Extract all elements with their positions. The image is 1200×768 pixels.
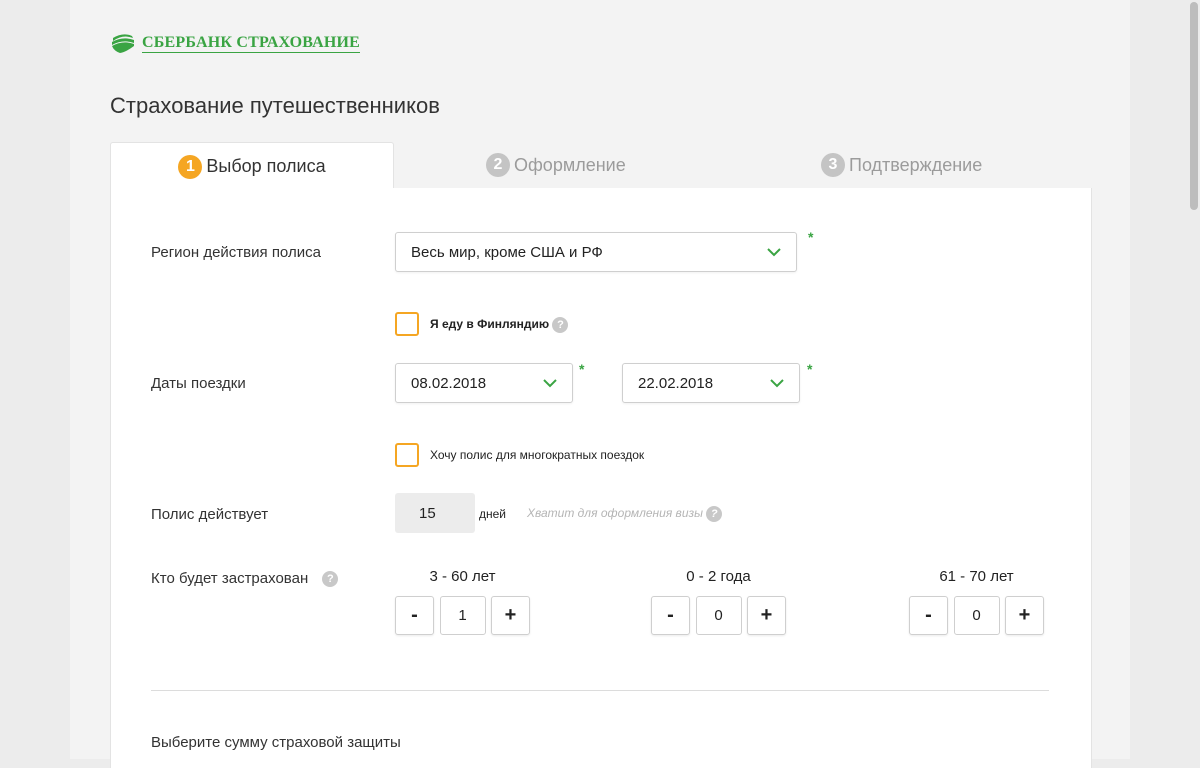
step-number: 3 xyxy=(821,153,845,177)
multi-trip-checkbox[interactable] xyxy=(395,443,419,467)
question-icon[interactable]: ? xyxy=(552,317,569,333)
tab-confirmation[interactable]: 3 Подтверждение xyxy=(821,142,982,188)
decrement-button[interactable]: - xyxy=(395,596,434,635)
count-value[interactable]: 1 xyxy=(439,596,486,635)
question-icon[interactable]: ? xyxy=(706,506,723,522)
visa-hint-text: Хватит для оформления визы xyxy=(527,506,703,521)
visa-hint: Хватит для оформления визы ? xyxy=(527,506,723,522)
sber-logo-icon xyxy=(112,34,134,53)
counter-infants: 0 - 2 года - 0 + xyxy=(651,568,786,635)
region-value: Весь мир, кроме США и РФ xyxy=(411,243,603,261)
step-number: 1 xyxy=(178,154,203,179)
increment-button[interactable]: + xyxy=(491,596,530,635)
required-mark: * xyxy=(807,361,813,377)
region-select[interactable]: Весь мир, кроме США и РФ xyxy=(395,232,797,272)
finland-checkbox[interactable] xyxy=(395,312,419,336)
dates-label: Даты поездки xyxy=(151,375,246,392)
sum-title: Выберите сумму страховой защиты xyxy=(151,734,401,751)
date-from-select[interactable]: 08.02.2018 xyxy=(395,363,573,403)
scrollbar[interactable] xyxy=(1190,2,1198,210)
chevron-down-icon xyxy=(767,247,781,256)
finland-label-text: Я еду в Финляндию xyxy=(430,317,550,332)
increment-button[interactable]: + xyxy=(747,596,786,635)
page: СБЕРБАНК СТРАХОВАНИЕ Страхование путешес… xyxy=(70,0,1198,768)
chevron-down-icon xyxy=(770,378,784,387)
tab-label: Оформление xyxy=(514,154,626,175)
tab-label: Подтверждение xyxy=(849,154,983,175)
logo[interactable]: СБЕРБАНК СТРАХОВАНИЕ xyxy=(110,32,361,54)
tab-label: Выбор полиса xyxy=(206,156,326,176)
section-divider xyxy=(151,690,1049,691)
page-title: Страхование путешественников xyxy=(110,93,440,118)
insured-label-text: Кто будет застрахован xyxy=(151,570,309,587)
required-mark: * xyxy=(808,229,814,245)
age-range-label: 61 - 70 лет xyxy=(939,568,1014,585)
tab-registration[interactable]: 2 Оформление xyxy=(486,142,626,188)
counter-adults: 3 - 60 лет - 1 + xyxy=(395,568,530,635)
decrement-button[interactable]: - xyxy=(651,596,690,635)
counter-seniors: 61 - 70 лет - 0 + xyxy=(909,568,1044,635)
days-unit: дней xyxy=(479,507,507,521)
stepper: - 1 + xyxy=(395,596,530,635)
chevron-down-icon xyxy=(543,378,557,387)
count-value[interactable]: 0 xyxy=(953,596,1000,635)
region-label: Регион действия полиса xyxy=(151,244,321,261)
decrement-button[interactable]: - xyxy=(909,596,948,635)
age-range-label: 3 - 60 лет xyxy=(429,568,496,585)
finland-label: Я еду в Финляндию ? xyxy=(430,317,569,333)
insured-label: Кто будет застрахован ? xyxy=(151,570,339,588)
date-to-select[interactable]: 22.02.2018 xyxy=(622,363,800,403)
logo-text: СБЕРБАНК СТРАХОВАНИЕ xyxy=(142,33,361,53)
steps-tabs: 1 Выбор полиса 2 Оформление 3 Подтвержде… xyxy=(110,142,1090,190)
date-to-value: 22.02.2018 xyxy=(638,374,714,392)
stepper: - 0 + xyxy=(651,596,786,635)
required-mark: * xyxy=(579,361,585,377)
duration-days-field: 15 xyxy=(395,493,475,533)
policy-form: Регион действия полиса Весь мир, кроме С… xyxy=(110,188,1092,768)
count-value[interactable]: 0 xyxy=(695,596,742,635)
step-number: 2 xyxy=(486,153,510,177)
age-range-label: 0 - 2 года xyxy=(686,568,751,585)
tab-policy-choice[interactable]: 1 Выбор полиса xyxy=(110,142,394,190)
duration-label: Полис действует xyxy=(151,506,269,523)
increment-button[interactable]: + xyxy=(1005,596,1044,635)
date-from-value: 08.02.2018 xyxy=(411,374,487,392)
stepper: - 0 + xyxy=(909,596,1044,635)
question-icon[interactable]: ? xyxy=(322,571,339,588)
multi-trip-label: Хочу полис для многократных поездок xyxy=(430,448,645,462)
